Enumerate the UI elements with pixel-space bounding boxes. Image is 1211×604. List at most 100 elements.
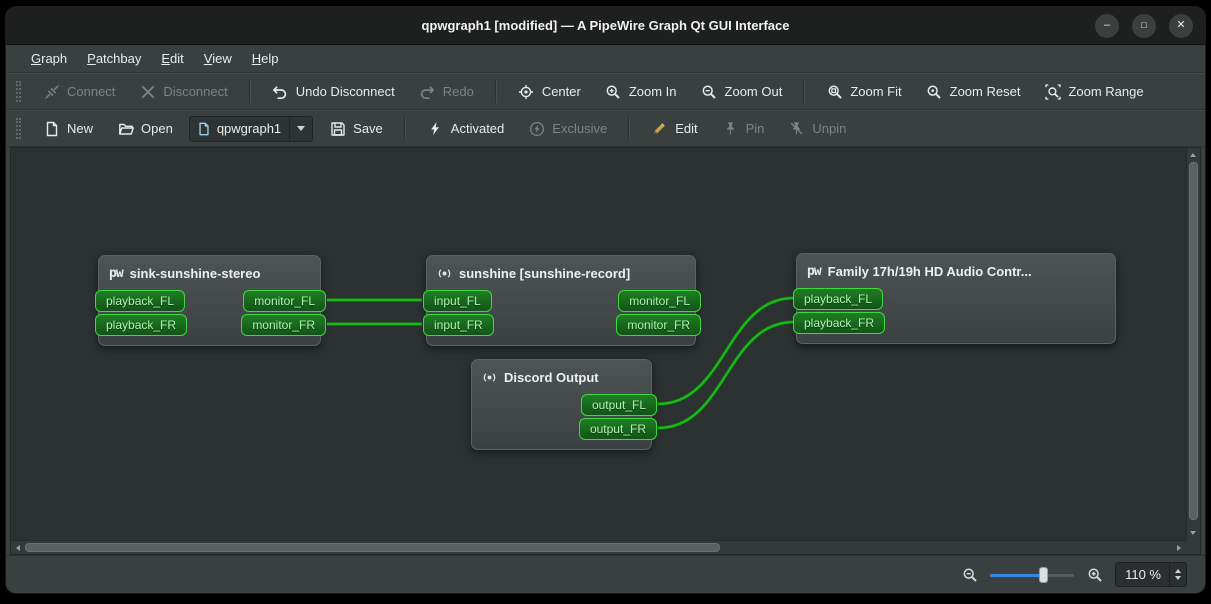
port-playback_FR[interactable]: playback_FR — [95, 314, 188, 336]
redo-icon — [419, 83, 436, 100]
open-button[interactable]: Open — [109, 115, 181, 143]
node-header[interactable]: pw Family 17h/19h HD Audio Contr... — [797, 254, 1115, 288]
toolbar-grip[interactable] — [16, 81, 21, 102]
node-sink-sunshine-stereo[interactable]: pw sink-sunshine-stereo playback_FL play… — [95, 255, 326, 346]
maximize-icon: □ — [1141, 20, 1147, 30]
port-monitor_FL[interactable]: monitor_FL — [243, 290, 326, 312]
exclusive-toggle[interactable]: Exclusive — [520, 115, 615, 143]
save-button[interactable]: Save — [321, 115, 391, 143]
close-button[interactable]: ✕ — [1169, 13, 1193, 38]
connect-button[interactable]: Connect — [35, 78, 123, 106]
zoom-in-button[interactable]: Zoom In — [597, 78, 685, 106]
menu-help[interactable]: Help — [243, 48, 288, 69]
zoom-out-label: Zoom Out — [724, 84, 783, 99]
minimize-icon: – — [1103, 19, 1111, 31]
graph-canvas-frame: pw sink-sunshine-stereo playback_FL play… — [10, 147, 1201, 555]
unpin-icon — [788, 120, 805, 137]
port-playback_FR[interactable]: playback_FR — [793, 312, 886, 334]
open-label: Open — [141, 121, 173, 136]
port-input_FR[interactable]: input_FR — [423, 314, 494, 336]
pin-button[interactable]: Pin — [714, 115, 773, 143]
node-header[interactable]: Discord Output — [472, 360, 651, 394]
redo-label: Redo — [442, 84, 474, 99]
menu-edit[interactable]: Edit — [152, 48, 192, 69]
menu-patchbay[interactable]: Patchbay — [78, 48, 150, 69]
menu-graph[interactable]: Graph — [22, 48, 76, 69]
center-button[interactable]: Center — [510, 78, 589, 106]
graph-canvas[interactable]: pw sink-sunshine-stereo playback_FL play… — [11, 148, 1186, 540]
zoom-range-button[interactable]: Zoom Range — [1036, 78, 1151, 106]
zoom-out-button[interactable]: Zoom Out — [693, 78, 791, 106]
activated-toggle[interactable]: Activated — [419, 115, 512, 143]
qpwgraph-window: qpwgraph1 [modified] — A PipeWire Graph … — [6, 7, 1205, 593]
port-output_FL[interactable]: output_FL — [580, 394, 657, 416]
scroll-up-arrow[interactable] — [1186, 148, 1200, 162]
node-family-hd-audio[interactable]: pw Family 17h/19h HD Audio Contr... play… — [793, 253, 1116, 344]
center-icon — [518, 83, 535, 100]
maximize-button[interactable]: □ — [1132, 13, 1156, 38]
activated-lightning-icon — [427, 120, 444, 137]
activated-label: Activated — [450, 121, 505, 136]
menu-view[interactable]: View — [195, 48, 241, 69]
minimize-button[interactable]: – — [1095, 13, 1119, 38]
file-toolbar: New Open qpwgraph1 Save Activated Exclus… — [6, 110, 1205, 147]
scroll-right-arrow[interactable] — [1172, 541, 1186, 554]
zoom-reset-button[interactable]: Zoom Reset — [918, 78, 1029, 106]
undo-disconnect-button[interactable]: Undo Disconnect — [264, 78, 403, 106]
node-header[interactable]: sunshine [sunshine-record] — [427, 256, 695, 290]
toolbar-separator — [628, 117, 631, 140]
horizontal-scroll-thumb[interactable] — [25, 543, 720, 552]
horizontal-scrollbar[interactable] — [11, 540, 1186, 554]
slider-handle[interactable] — [1038, 566, 1048, 583]
node-header[interactable]: pw sink-sunshine-stereo — [99, 256, 320, 290]
chevron-down-icon — [289, 116, 306, 141]
unpin-label: Unpin — [812, 121, 847, 136]
spin-up-arrow[interactable] — [1175, 569, 1181, 573]
port-output_FR[interactable]: output_FR — [578, 418, 657, 440]
unpin-button[interactable]: Unpin — [780, 115, 854, 143]
edit-button[interactable]: Edit — [643, 115, 705, 143]
port-input_FL[interactable]: input_FL — [423, 290, 492, 312]
record-icon — [482, 370, 497, 385]
vertical-scrollbar[interactable] — [1186, 148, 1200, 540]
zoom-slider[interactable] — [990, 566, 1075, 584]
vertical-scroll-thumb[interactable] — [1189, 162, 1198, 520]
pin-icon — [722, 120, 739, 137]
spin-down-arrow[interactable] — [1175, 576, 1181, 580]
toolbar-grip[interactable] — [16, 118, 21, 139]
zoom-out-icon — [701, 83, 718, 100]
record-icon — [437, 266, 452, 281]
redo-button[interactable]: Redo — [411, 78, 482, 106]
exclusive-icon — [528, 120, 545, 137]
toolbar-separator — [803, 80, 806, 103]
file-icon — [197, 122, 211, 136]
new-button[interactable]: New — [35, 115, 101, 143]
zoom-spinbox[interactable]: 110 % — [1115, 562, 1187, 587]
titlebar[interactable]: qpwgraph1 [modified] — A PipeWire Graph … — [6, 7, 1205, 45]
port-playback_FL[interactable]: playback_FL — [793, 288, 884, 310]
undo-disconnect-label: Undo Disconnect — [295, 84, 395, 99]
graph-toolbar: Connect Disconnect Undo Disconnect Redo — [6, 73, 1205, 110]
edit-pencil-icon — [651, 120, 668, 137]
disconnect-button[interactable]: Disconnect — [131, 78, 235, 106]
port-playback_FL[interactable]: playback_FL — [95, 290, 186, 312]
scroll-down-arrow[interactable] — [1186, 526, 1200, 540]
port-monitor_FR[interactable]: monitor_FR — [241, 314, 326, 336]
disconnect-icon — [139, 83, 156, 100]
port-monitor_FL[interactable]: monitor_FL — [618, 290, 701, 312]
zoom-fit-icon — [826, 83, 843, 100]
scroll-left-arrow[interactable] — [11, 541, 25, 554]
session-combo[interactable]: qpwgraph1 — [188, 115, 314, 142]
pipewire-icon: pw — [109, 265, 124, 281]
connect-label: Connect — [67, 84, 116, 99]
zoom-reset-icon — [926, 83, 943, 100]
port-monitor_FR[interactable]: monitor_FR — [616, 314, 701, 336]
zoom-fit-button[interactable]: Zoom Fit — [818, 78, 909, 106]
node-sunshine-record[interactable]: sunshine [sunshine-record] input_FL inpu… — [423, 255, 701, 346]
node-discord-output[interactable]: Discord Output output_FL output_FR — [471, 359, 657, 450]
undo-icon — [272, 83, 289, 100]
center-label: Center — [541, 84, 581, 99]
menubar: Graph Patchbay Edit View Help — [6, 45, 1205, 73]
new-label: New — [67, 121, 94, 136]
session-combo-value: qpwgraph1 — [216, 121, 282, 136]
